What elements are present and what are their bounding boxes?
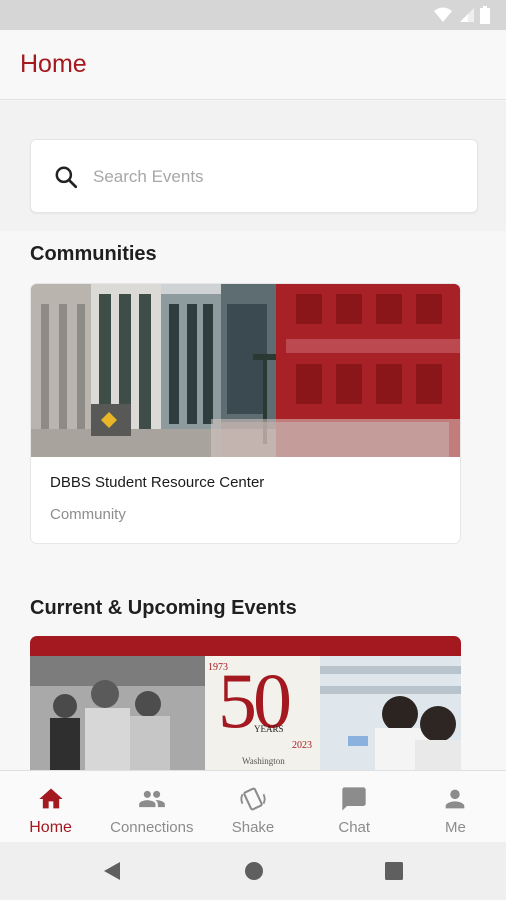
communities-heading: Communities bbox=[30, 243, 157, 265]
nav-connections-label: Connections bbox=[110, 819, 194, 836]
banner-years: YEARS bbox=[254, 724, 284, 734]
event-card-band bbox=[30, 636, 461, 656]
community-card-title: DBBS Student Resource Center bbox=[50, 474, 265, 491]
nav-me-label: Me bbox=[444, 819, 466, 836]
chat-icon bbox=[342, 787, 366, 811]
home-icon bbox=[38, 788, 63, 809]
nav-me[interactable]: Me bbox=[405, 771, 506, 842]
page-title: Home bbox=[20, 50, 87, 78]
person-icon bbox=[446, 789, 465, 809]
system-navigation-bar bbox=[0, 842, 506, 900]
search-placeholder: Search Events bbox=[93, 167, 204, 186]
search-icon bbox=[55, 166, 78, 189]
event-card-image: 1973 50 YEARS 2023 Washington bbox=[30, 656, 461, 776]
shake-phone-icon bbox=[240, 787, 266, 811]
community-card-image bbox=[31, 284, 460, 457]
event-card[interactable]: 1973 50 YEARS 2023 Washington bbox=[30, 636, 461, 776]
search-input[interactable]: Search Events bbox=[30, 139, 478, 213]
nav-chat[interactable]: Chat bbox=[304, 771, 405, 842]
status-bar bbox=[0, 0, 506, 30]
app-bar: Home bbox=[0, 30, 506, 100]
events-heading: Current & Upcoming Events bbox=[30, 597, 297, 619]
battery-icon bbox=[480, 6, 490, 24]
wifi-icon bbox=[434, 7, 452, 22]
nav-shake-label: Shake bbox=[231, 819, 275, 836]
community-card[interactable]: DBBS Student Resource Center Community bbox=[30, 283, 461, 544]
signal-icon bbox=[460, 8, 474, 22]
nav-shake[interactable]: Shake bbox=[202, 771, 303, 842]
people-icon bbox=[138, 790, 165, 808]
banner-year-end: 2023 bbox=[292, 740, 312, 751]
recents-icon[interactable] bbox=[384, 861, 404, 881]
nav-chat-label: Chat bbox=[338, 819, 371, 836]
nav-connections[interactable]: Connections bbox=[101, 771, 202, 842]
building-photo bbox=[31, 284, 460, 457]
nav-home[interactable]: Home bbox=[0, 771, 101, 842]
community-card-subtitle: Community bbox=[50, 506, 126, 523]
home-circle-icon[interactable] bbox=[244, 861, 264, 881]
banner-org: Washington bbox=[242, 756, 285, 766]
search-section: Search Events bbox=[0, 101, 506, 231]
bottom-navigation: Home Connections Shake Chat Me bbox=[0, 770, 506, 842]
nav-home-label: Home bbox=[29, 819, 72, 836]
back-icon[interactable] bbox=[102, 861, 122, 881]
